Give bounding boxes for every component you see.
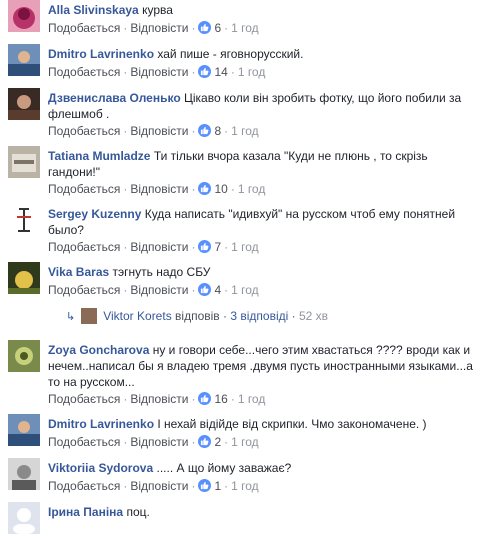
comment-author[interactable]: Dmitro Lavrinenko (48, 47, 154, 61)
like-button[interactable]: Подобається (48, 392, 120, 406)
comment-text: ..... А що йому заважає? (156, 461, 292, 475)
comment-text: хай пише - яговнорусский. (157, 47, 304, 61)
reply-button[interactable]: Відповісти (130, 240, 188, 254)
like-count[interactable]: 2 (198, 435, 221, 450)
comment-author[interactable]: Zoya Goncharova (48, 343, 149, 357)
comment-author[interactable]: Dmitro Lavrinenko (48, 417, 154, 431)
thumbs-up-icon (198, 479, 212, 492)
like-count[interactable]: 8 (198, 124, 221, 139)
thumbs-up-icon (198, 283, 212, 296)
avatar[interactable] (8, 340, 40, 372)
view-replies-link[interactable]: ↳ Viktor Korets відповів · 3 відповіді · … (66, 308, 328, 325)
reply-button[interactable]: Відповісти (130, 182, 188, 196)
avatar[interactable] (8, 0, 40, 32)
thumbs-up-icon (198, 435, 212, 448)
like-count[interactable]: 6 (198, 21, 221, 36)
thumbs-up-icon (198, 392, 212, 405)
like-button[interactable]: Подобається (48, 124, 120, 138)
reply-button[interactable]: Відповісти (130, 21, 188, 35)
reply-button[interactable]: Відповісти (130, 283, 188, 297)
like-count[interactable]: 4 (198, 283, 221, 298)
comment-text: тэгнуть надо СБУ (112, 265, 211, 279)
comment-author[interactable]: Alla Slivinskaya (48, 3, 139, 17)
reply-timestamp: 52 хв (299, 309, 329, 323)
avatar[interactable] (8, 204, 40, 236)
like-count[interactable]: 16 (198, 392, 228, 407)
like-button[interactable]: Подобається (48, 65, 120, 79)
avatar[interactable] (8, 88, 40, 120)
timestamp[interactable]: 1 год (238, 392, 266, 406)
comment-author[interactable]: Tatiana Mumladze (48, 149, 150, 163)
reply-button[interactable]: Відповісти (130, 392, 188, 406)
avatar[interactable] (8, 458, 40, 490)
reply-button[interactable]: Відповісти (130, 479, 188, 493)
avatar[interactable] (8, 146, 40, 178)
thumbs-up-icon (198, 182, 212, 195)
timestamp[interactable]: 1 год (231, 21, 259, 35)
thumbs-up-icon (198, 240, 212, 253)
like-button[interactable]: Подобається (48, 21, 120, 35)
reply-verb: відповів (175, 309, 220, 323)
avatar[interactable] (8, 502, 40, 534)
timestamp[interactable]: 1 год (231, 124, 259, 138)
comment-feed: Alla Slivinskaya курва Подобається · Відпо… (0, 0, 490, 537)
like-button[interactable]: Подобається (48, 479, 120, 493)
reply-author[interactable]: Viktor Korets (103, 309, 171, 323)
reply-button[interactable]: Відповісти (130, 124, 188, 138)
reply-count[interactable]: 3 відповіді (230, 309, 288, 323)
timestamp[interactable]: 1 год (231, 240, 259, 254)
comment-author[interactable]: Vika Baras (48, 265, 109, 279)
timestamp[interactable]: 1 год (231, 479, 259, 493)
comment-author[interactable]: Дзвенислава Оленько (48, 91, 181, 105)
thumbs-up-icon (198, 124, 212, 137)
timestamp[interactable]: 1 год (231, 283, 259, 297)
comment-text: І нехай відійде від скрипки. Чмо законом… (157, 417, 427, 431)
like-button[interactable]: Подобається (48, 240, 120, 254)
reply-button[interactable]: Відповісти (130, 435, 188, 449)
comment-author[interactable]: Sergey Kuzenny (48, 207, 141, 221)
comment-author[interactable]: Ірина Паніна (48, 505, 123, 519)
timestamp[interactable]: 1 год (231, 435, 259, 449)
avatar[interactable] (8, 262, 40, 294)
comment-text: поц. (126, 505, 150, 519)
like-button[interactable]: Подобається (48, 283, 120, 297)
like-count[interactable]: 7 (198, 240, 221, 255)
timestamp[interactable]: 1 год (238, 182, 266, 196)
comment-author[interactable]: Viktoriia Sydorova (48, 461, 153, 475)
thumbs-up-icon (198, 21, 212, 34)
comment-text: курва (142, 3, 173, 17)
like-count[interactable]: 14 (198, 65, 228, 80)
thumbs-up-icon (198, 65, 212, 78)
avatar (81, 308, 98, 324)
reply-button[interactable]: Відповісти (130, 65, 188, 79)
avatar[interactable] (8, 414, 40, 446)
like-button[interactable]: Подобається (48, 435, 120, 449)
like-count[interactable]: 10 (198, 182, 228, 197)
timestamp[interactable]: 1 год (238, 65, 266, 79)
reply-arrow-icon: ↳ (66, 311, 76, 323)
avatar[interactable] (8, 44, 40, 76)
like-count[interactable]: 1 (198, 479, 221, 494)
like-button[interactable]: Подобається (48, 182, 120, 196)
